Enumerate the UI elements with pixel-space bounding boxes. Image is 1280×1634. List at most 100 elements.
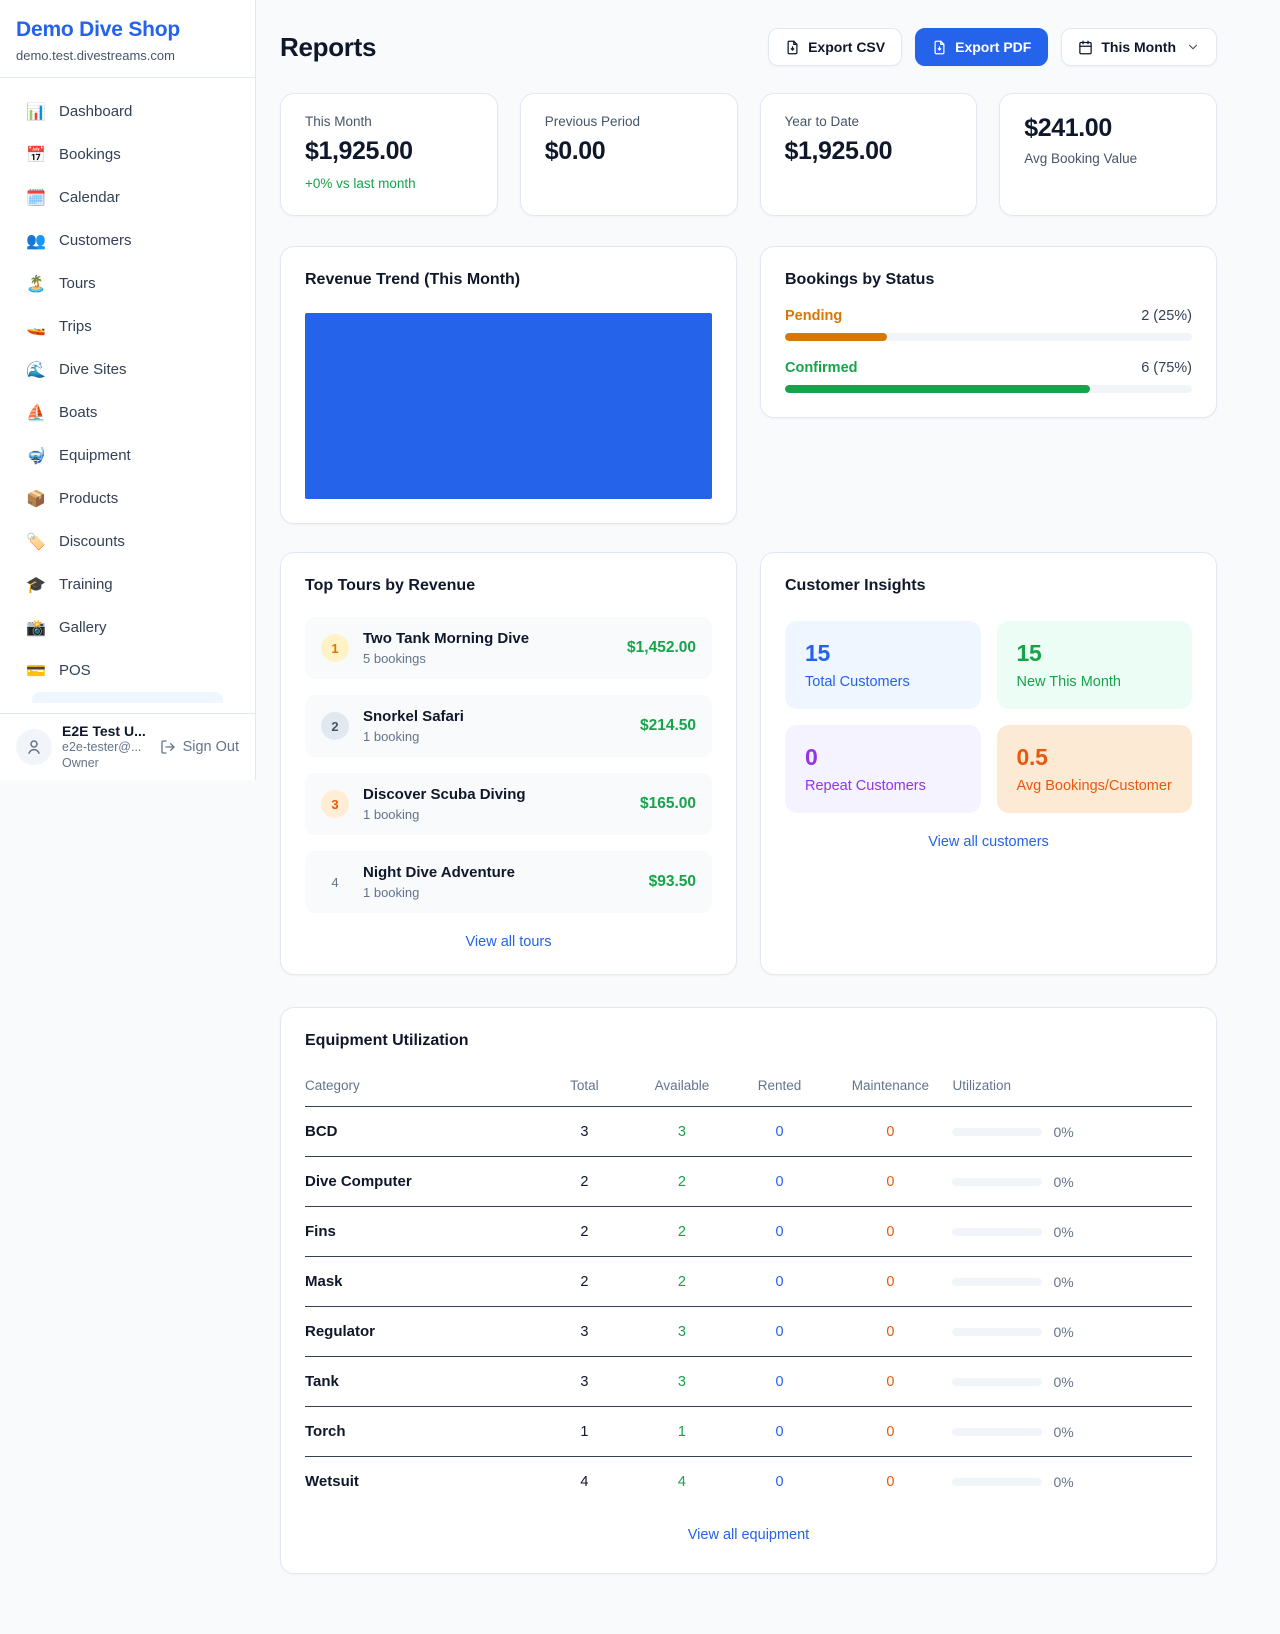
sidebar-item-label: Dive Sites: [59, 361, 127, 378]
status-head: Confirmed 6 (75%): [785, 360, 1192, 376]
cell-rented: 0: [731, 1457, 829, 1507]
bookings-calendar-icon: 📅: [26, 145, 46, 165]
utilization-bar: [952, 1328, 1042, 1336]
utilization-pct: 0%: [1053, 1374, 1073, 1390]
stat-label: This Month: [305, 114, 473, 129]
view-all-tours-link[interactable]: View all tours: [305, 934, 712, 950]
sidebar-item-gallery[interactable]: 📸 Gallery: [16, 606, 239, 649]
sidebar-item-discounts[interactable]: 🏷️ Discounts: [16, 520, 239, 563]
top-tours-card: Top Tours by Revenue 1 Two Tank Morning …: [280, 552, 737, 975]
insights-row: Top Tours by Revenue 1 Two Tank Morning …: [280, 552, 1217, 975]
stat-card-this-month: This Month $1,925.00 +0% vs last month: [280, 93, 498, 216]
user-email: e2e-tester@...: [62, 740, 150, 756]
sidebar-item-training[interactable]: 🎓 Training: [16, 563, 239, 606]
insight-grid: 15 Total Customers 15 New This Month 0 R…: [785, 621, 1192, 813]
sidebar-item-bookings[interactable]: 📅 Bookings: [16, 133, 239, 176]
sidebar-item-label: Boats: [59, 404, 97, 421]
insight-tile-total-customers: 15 Total Customers: [785, 621, 981, 709]
table-row: Mask 2 2 0 0 0%: [305, 1257, 1192, 1307]
period-dropdown[interactable]: This Month: [1061, 28, 1217, 66]
table-row: BCD 3 3 0 0 0%: [305, 1107, 1192, 1157]
view-all-customers-link[interactable]: View all customers: [785, 834, 1192, 850]
top-tours-title: Top Tours by Revenue: [305, 577, 712, 595]
sidebar-item-dashboard[interactable]: 📊 Dashboard: [16, 90, 239, 133]
view-all-equipment-link[interactable]: View all equipment: [305, 1527, 1192, 1543]
cell-rented: 0: [731, 1157, 829, 1207]
utilization-cell: 0%: [952, 1374, 1192, 1390]
column-header-total: Total: [536, 1064, 634, 1107]
user-role: Owner: [62, 756, 150, 772]
sidebar-item-reports-partial[interactable]: [32, 692, 223, 703]
cell-maintenance: 0: [828, 1157, 952, 1207]
utilization-bar: [952, 1428, 1042, 1436]
cell-available: 4: [633, 1457, 731, 1507]
column-header-utilization: Utilization: [952, 1064, 1192, 1107]
tour-main: Two Tank Morning Dive 5 bookings: [363, 630, 613, 666]
tour-revenue: $214.50: [640, 717, 696, 735]
sidebar-item-equipment[interactable]: 🤿 Equipment: [16, 434, 239, 477]
tour-revenue: $93.50: [649, 873, 696, 891]
utilization-bar: [952, 1228, 1042, 1236]
sidebar-item-products[interactable]: 📦 Products: [16, 477, 239, 520]
utilization-pct: 0%: [1053, 1224, 1073, 1240]
status-label: Pending: [785, 308, 842, 324]
bookings-by-status-card: Bookings by Status Pending 2 (25%) Confi…: [760, 246, 1217, 418]
export-pdf-label: Export PDF: [955, 39, 1031, 55]
equipment-utilization-card: Equipment Utilization Category Total Ava…: [280, 1007, 1217, 1574]
tour-bookings: 5 bookings: [363, 651, 613, 666]
status-row-pending: Pending 2 (25%): [785, 308, 1192, 341]
sidebar-item-tours[interactable]: 🏝️ Tours: [16, 262, 239, 305]
utilization-pct: 0%: [1053, 1274, 1073, 1290]
revenue-trend-title: Revenue Trend (This Month): [305, 271, 712, 289]
sidebar-item-calendar[interactable]: 🗓️ Calendar: [16, 176, 239, 219]
customers-icon: 👥: [26, 231, 46, 251]
insight-label: New This Month: [1017, 674, 1173, 690]
status-count: 6 (75%): [1141, 360, 1192, 376]
chevron-down-icon: [1186, 40, 1200, 54]
customer-insights-title: Customer Insights: [785, 577, 1192, 595]
status-head: Pending 2 (25%): [785, 308, 1192, 324]
stat-value: $0.00: [545, 137, 713, 166]
period-label: This Month: [1101, 39, 1176, 55]
cell-total: 4: [536, 1457, 634, 1507]
insight-value: 15: [805, 640, 961, 667]
revenue-trend-chart: [305, 313, 712, 499]
utilization-pct: 0%: [1053, 1474, 1073, 1490]
tour-bookings: 1 booking: [363, 807, 626, 822]
sidebar-item-trips[interactable]: 🚤 Trips: [16, 305, 239, 348]
table-row: Wetsuit 4 4 0 0 0%: [305, 1457, 1192, 1507]
cell-rented: 0: [731, 1107, 829, 1157]
sidebar-item-customers[interactable]: 👥 Customers: [16, 219, 239, 262]
table-row: Fins 2 2 0 0 0%: [305, 1207, 1192, 1257]
tour-name: Discover Scuba Diving: [363, 786, 626, 803]
export-csv-button[interactable]: Export CSV: [768, 28, 902, 66]
cell-available: 2: [633, 1157, 731, 1207]
sidebar-item-pos[interactable]: 💳 POS: [16, 649, 239, 692]
sign-out-label: Sign Out: [183, 739, 239, 755]
insight-value: 0.5: [1017, 744, 1173, 771]
cell-total: 2: [536, 1207, 634, 1257]
avatar: [16, 729, 52, 765]
table-header-row: Category Total Available Rented Maintena…: [305, 1064, 1192, 1107]
tour-row: 2 Snorkel Safari 1 booking $214.50: [305, 695, 712, 757]
stat-label: Year to Date: [785, 114, 953, 129]
progress-fill: [785, 333, 887, 341]
insight-label: Avg Bookings/Customer: [1017, 778, 1173, 794]
cell-category: Mask: [305, 1257, 536, 1307]
insight-tile-avg-bookings: 0.5 Avg Bookings/Customer: [997, 725, 1193, 813]
cell-rented: 0: [731, 1357, 829, 1407]
cell-available: 3: [633, 1357, 731, 1407]
sign-out-button[interactable]: Sign Out: [160, 739, 239, 755]
sidebar-item-boats[interactable]: ⛵ Boats: [16, 391, 239, 434]
cell-total: 2: [536, 1257, 634, 1307]
export-pdf-button[interactable]: Export PDF: [915, 28, 1048, 66]
cell-rented: 0: [731, 1257, 829, 1307]
stat-label: Avg Booking Value: [1024, 151, 1192, 166]
shop-domain: demo.test.divestreams.com: [16, 48, 239, 63]
person-icon: [25, 738, 43, 756]
calendar-icon: 🗓️: [26, 188, 46, 208]
rank-badge: 3: [321, 790, 349, 818]
cell-maintenance: 0: [828, 1457, 952, 1507]
utilization-cell: 0%: [952, 1424, 1192, 1440]
sidebar-item-dive-sites[interactable]: 🌊 Dive Sites: [16, 348, 239, 391]
